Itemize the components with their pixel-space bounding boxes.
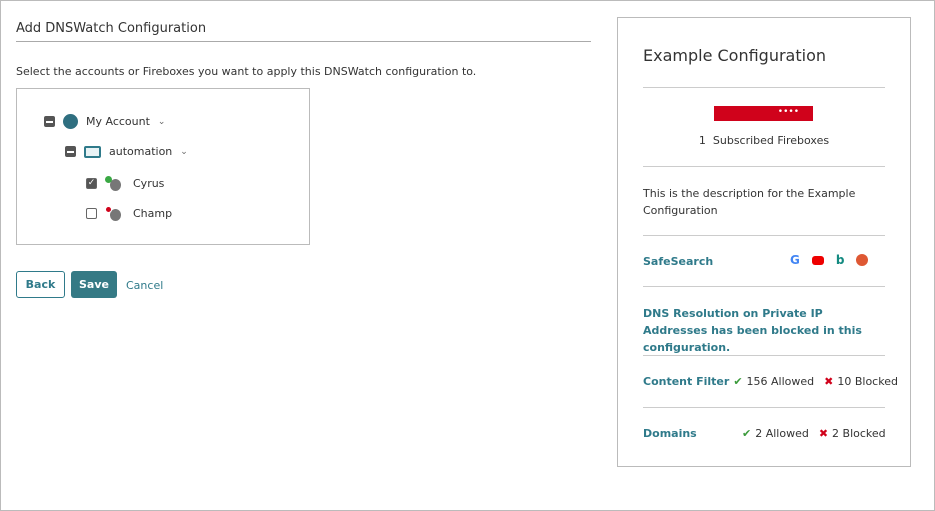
divider <box>643 235 885 236</box>
x-icon: ✖ <box>824 375 834 388</box>
content-filter-row: Content Filter ✔ 156 Allowed ✖ 10 Blocke… <box>643 375 898 388</box>
panel-title: Example Configuration <box>643 46 827 65</box>
device-checkbox[interactable] <box>86 208 97 219</box>
blocked-count: 2 Blocked <box>832 427 886 440</box>
x-icon: ✖ <box>818 427 829 440</box>
check-icon: ✔ <box>742 427 752 440</box>
folder-label: automation <box>109 145 173 158</box>
user-icon <box>63 114 78 129</box>
tree-node-folder[interactable]: automation ⌄ <box>65 145 188 158</box>
watchguard-logo: •••• <box>714 106 813 121</box>
safesearch-label: SafeSearch <box>643 255 714 268</box>
instructions: Select the accounts or Fireboxes you wan… <box>16 65 477 78</box>
content-filter-label: Content Filter <box>643 375 730 388</box>
device-label: Champ <box>133 207 173 220</box>
duckduckgo-icon <box>856 254 869 266</box>
device-label: Cyrus <box>133 177 165 190</box>
chevron-down-icon[interactable]: ⌄ <box>180 147 188 157</box>
divider <box>643 286 885 287</box>
back-button[interactable]: Back <box>16 271 65 298</box>
folder-icon <box>84 145 101 158</box>
divider <box>643 166 885 167</box>
tree-node-device[interactable]: Champ <box>86 206 172 221</box>
subscribed-label: Subscribed Fireboxes <box>712 134 830 147</box>
page-title: Add DNSWatch Configuration <box>16 21 207 36</box>
divider <box>643 87 885 88</box>
allowed-count: 156 Allowed <box>746 375 815 388</box>
domains-row: ✔ 2 Allowed ✖ 2 Blocked <box>742 427 886 440</box>
dns-resolution-notice: DNS Resolution on Private IP Addresses h… <box>643 307 862 354</box>
example-configuration-panel: Example Configuration •••• 1 Subscribed … <box>617 17 911 467</box>
chevron-down-icon[interactable]: ⌄ <box>158 117 166 127</box>
domains-label: Domains <box>643 427 697 440</box>
tree-node-device[interactable]: ✓ Cyrus <box>86 176 164 191</box>
save-button[interactable]: Save <box>71 271 117 298</box>
subscribed-count: 1 <box>698 134 706 147</box>
check-icon: ✔ <box>733 375 743 388</box>
device-checkbox[interactable]: ✓ <box>86 178 97 189</box>
collapse-checkbox[interactable] <box>65 146 76 157</box>
divider <box>643 355 885 356</box>
cancel-link[interactable]: Cancel <box>126 279 163 292</box>
firebox-error-icon <box>105 206 121 221</box>
allowed-count: 2 Allowed <box>755 427 809 440</box>
collapse-checkbox[interactable] <box>44 116 55 127</box>
divider <box>643 407 885 408</box>
divider <box>16 41 591 42</box>
account-label: My Account <box>86 115 150 128</box>
device-tree: My Account ⌄ automation ⌄ ✓ Cyrus Champ <box>16 88 310 245</box>
bing-icon: b <box>835 253 845 267</box>
blocked-count: 10 Blocked <box>837 375 898 388</box>
google-icon: G <box>790 253 800 267</box>
tree-node-account[interactable]: My Account ⌄ <box>44 114 165 129</box>
subscribed-fireboxes: 1 Subscribed Fireboxes <box>618 134 910 147</box>
description: This is the description for the Example … <box>643 187 856 217</box>
youtube-icon <box>811 256 824 265</box>
firebox-online-icon <box>105 176 121 191</box>
